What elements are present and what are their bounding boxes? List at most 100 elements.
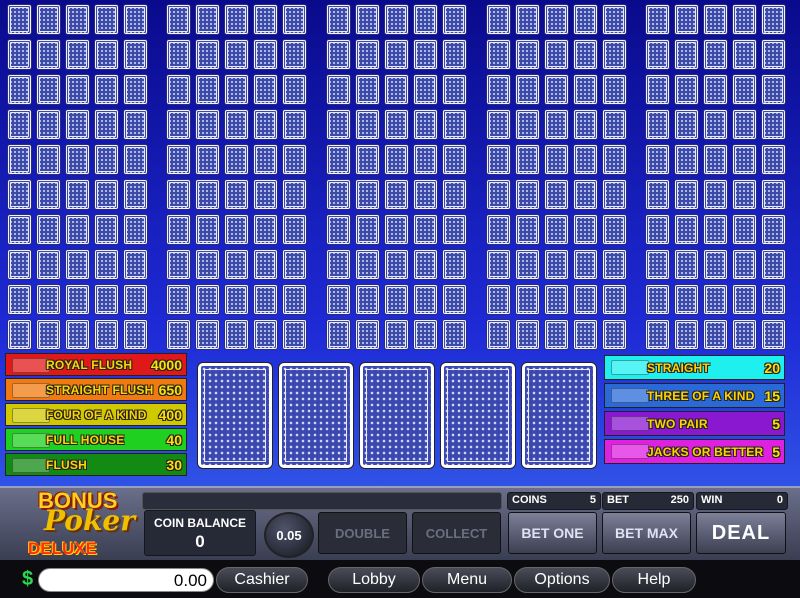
logo-poker: Poker: [44, 504, 135, 537]
mini-card: [283, 215, 306, 244]
main-hand-card-2[interactable]: [279, 363, 353, 468]
mini-card: [762, 5, 785, 34]
mini-card: [414, 110, 437, 139]
mini-card: [385, 75, 408, 104]
paytable-swatch: [611, 444, 649, 459]
bet-box: BET 250: [602, 492, 694, 510]
main-hand-card-1[interactable]: [198, 363, 272, 468]
mini-card: [124, 215, 147, 244]
balance-field: 0.00: [38, 568, 214, 592]
mini-card: [196, 215, 219, 244]
mini-card: [704, 75, 727, 104]
mini-card: [225, 320, 248, 349]
mini-card: [385, 215, 408, 244]
mini-card: [603, 215, 626, 244]
coin-balance-box: COIN BALANCE 0: [144, 510, 256, 556]
help-button[interactable]: Help: [612, 567, 696, 593]
mini-card: [603, 250, 626, 279]
mini-card: [37, 215, 60, 244]
mini-card: [124, 250, 147, 279]
mini-card: [414, 40, 437, 69]
mini-card: [704, 215, 727, 244]
bet-one-button[interactable]: BET ONE: [508, 512, 597, 554]
deal-button[interactable]: DEAL: [696, 512, 786, 554]
mini-card: [762, 40, 785, 69]
collect-button[interactable]: COLLECT: [412, 512, 501, 554]
mini-card: [95, 40, 118, 69]
mini-card: [675, 320, 698, 349]
paytable-hand-name: TWO PAIR: [647, 416, 708, 431]
main-hand-card-4[interactable]: [441, 363, 515, 468]
mini-card: [385, 180, 408, 209]
mini-card: [414, 145, 437, 174]
paytable-row: STRAIGHT 20: [604, 355, 785, 380]
mini-card: [254, 285, 277, 314]
mini-card: [167, 285, 190, 314]
mini-card: [254, 320, 277, 349]
mini-card: [8, 5, 31, 34]
double-button[interactable]: DOUBLE: [318, 512, 407, 554]
mini-card: [545, 110, 568, 139]
mini-card: [66, 5, 89, 34]
mini-card: [167, 5, 190, 34]
mini-card: [443, 285, 466, 314]
mini-card: [95, 250, 118, 279]
mini-card: [487, 320, 510, 349]
mini-card: [8, 75, 31, 104]
mini-card: [66, 145, 89, 174]
mini-card: [95, 75, 118, 104]
options-button[interactable]: Options: [514, 567, 610, 593]
mini-card: [603, 180, 626, 209]
mini-card: [762, 180, 785, 209]
lobby-button[interactable]: Lobby: [328, 567, 420, 593]
menu-button[interactable]: Menu: [422, 567, 512, 593]
mini-card: [167, 320, 190, 349]
mini-card: [327, 40, 350, 69]
bet-max-button[interactable]: BET MAX: [602, 512, 691, 554]
mini-card: [283, 5, 306, 34]
paytable-row: TWO PAIR 5: [604, 411, 785, 436]
mini-card: [762, 110, 785, 139]
paytable-payout: 4000: [150, 356, 182, 373]
mini-card: [37, 40, 60, 69]
main-hand-card-5[interactable]: [522, 363, 596, 468]
cashier-button[interactable]: Cashier: [216, 567, 308, 593]
mini-card: [545, 40, 568, 69]
bet-value: 250: [670, 494, 689, 506]
bottom-bar: $ 0.00 Cashier Lobby Menu Options Help: [0, 560, 800, 598]
mini-card: [124, 180, 147, 209]
mini-card: [254, 5, 277, 34]
mini-card: [327, 250, 350, 279]
mini-card: [196, 180, 219, 209]
main-hand-card-3[interactable]: [360, 363, 434, 468]
mini-card: [167, 145, 190, 174]
mini-card: [283, 180, 306, 209]
mini-card: [167, 180, 190, 209]
mini-card: [196, 75, 219, 104]
mini-card: [66, 75, 89, 104]
mini-card: [733, 180, 756, 209]
mini-card: [545, 145, 568, 174]
paytable-hand-name: ROYAL FLUSH: [46, 357, 133, 372]
mini-card: [704, 320, 727, 349]
mini-card: [574, 40, 597, 69]
mini-card: [762, 215, 785, 244]
mini-card: [37, 75, 60, 104]
mini-card: [196, 145, 219, 174]
logo-deluxe: DELUXE: [28, 539, 97, 558]
paytable-swatch: [12, 433, 50, 448]
mini-card: [283, 320, 306, 349]
mini-card: [95, 285, 118, 314]
mini-card: [443, 5, 466, 34]
mini-card: [37, 180, 60, 209]
mini-card: [196, 320, 219, 349]
paytable-row: STRAIGHT FLUSH 650: [5, 378, 187, 401]
paytable-row: THREE OF A KIND 15: [604, 383, 785, 408]
mini-card: [95, 180, 118, 209]
mini-card: [283, 285, 306, 314]
mini-card: [356, 5, 379, 34]
mini-card: [443, 75, 466, 104]
multi-hand-card-grid: [0, 0, 800, 350]
denomination-button[interactable]: 0.05: [264, 512, 314, 558]
mini-card: [66, 215, 89, 244]
